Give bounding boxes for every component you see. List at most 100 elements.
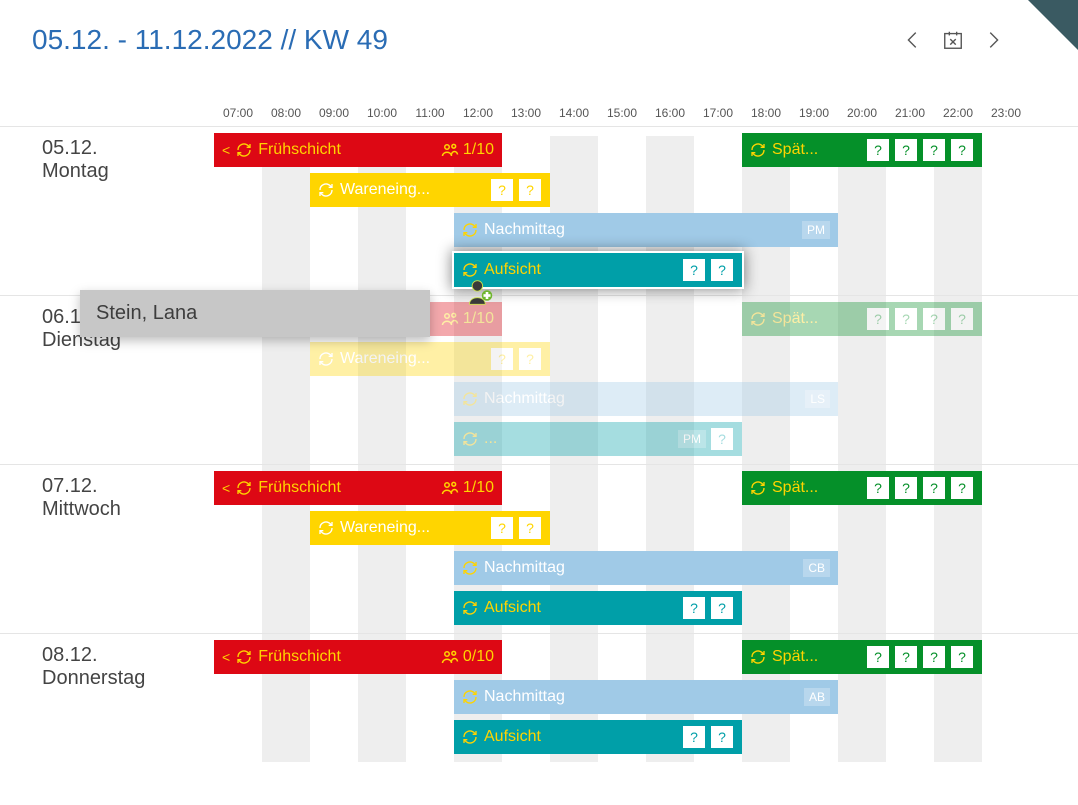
hour-label: 22:00: [934, 106, 982, 120]
next-week-button[interactable]: [980, 27, 1006, 53]
shift-green[interactable]: Spät...????: [742, 640, 982, 674]
unassigned-badge[interactable]: ?: [710, 258, 734, 282]
shift-green[interactable]: Spät...????: [742, 302, 982, 336]
unassigned-badge[interactable]: ?: [710, 427, 734, 451]
shift-yellow[interactable]: Wareneing...??: [310, 342, 550, 376]
unassigned-badge[interactable]: ?: [682, 596, 706, 620]
shift-row: NachmittagAB: [200, 678, 1078, 718]
unassigned-badge[interactable]: ?: [490, 178, 514, 202]
refresh-icon: [462, 600, 478, 616]
day-shifts: <Frühschicht0/10Spät...????NachmittagABA…: [200, 634, 1078, 762]
shift-teal[interactable]: ...PM?: [454, 422, 742, 456]
day-name: Donnerstag: [42, 667, 200, 690]
unassigned-badge[interactable]: ?: [950, 307, 974, 331]
shift-blue[interactable]: NachmittagCB: [454, 551, 838, 585]
day-date: 07.12.: [42, 475, 200, 498]
shift-teal[interactable]: Aufsicht??: [454, 591, 742, 625]
shift-right: AB: [794, 688, 830, 706]
unassigned-badge[interactable]: ?: [518, 178, 542, 202]
shift-label: Nachmittag: [484, 221, 565, 239]
day-shifts: <Frühschicht1/10 Spät...???? Wareneing...?…: [200, 465, 1078, 633]
hour-label: 07:00: [214, 106, 262, 120]
unassigned-badge[interactable]: ?: [922, 476, 946, 500]
slot-badge: LS: [805, 390, 830, 408]
people-icon: [441, 141, 459, 159]
people-icon: [441, 479, 459, 497]
shift-teal[interactable]: Aufsicht??: [454, 253, 742, 287]
shift-row: Wareneing...??: [200, 340, 1078, 380]
shift-blue[interactable]: NachmittagAB: [454, 680, 838, 714]
shift-right: ????: [860, 645, 974, 669]
day-date: 05.12.: [42, 137, 200, 160]
refresh-icon: [236, 142, 252, 158]
shift-yellow[interactable]: Wareneing...??: [310, 173, 550, 207]
refresh-icon: [750, 480, 766, 496]
shift-red[interactable]: <Frühschicht0/10: [214, 640, 502, 674]
unassigned-badge[interactable]: ?: [950, 138, 974, 162]
hour-label: 08:00: [262, 106, 310, 120]
hour-label: 15:00: [598, 106, 646, 120]
shift-teal[interactable]: Aufsicht??: [454, 720, 742, 754]
shift-green[interactable]: Spät...????: [742, 133, 982, 167]
unassigned-badge[interactable]: ?: [950, 476, 974, 500]
hour-label: 11:00: [406, 106, 454, 120]
days-container: 05.12.Montag<Frühschicht1/10Spät...????W…: [0, 126, 1078, 762]
unassigned-badge[interactable]: ?: [490, 516, 514, 540]
unassigned-badge[interactable]: ?: [950, 645, 974, 669]
unassigned-badge[interactable]: ?: [894, 476, 918, 500]
unassigned-badge[interactable]: ?: [894, 645, 918, 669]
shift-right: 0/10: [435, 648, 494, 666]
refresh-icon: [236, 649, 252, 665]
unassigned-badge[interactable]: ?: [682, 258, 706, 282]
shift-red[interactable]: <Frühschicht1/10: [214, 471, 502, 505]
hour-label: 16:00: [646, 106, 694, 120]
unassigned-badge[interactable]: ?: [518, 347, 542, 371]
shift-right: PM?: [668, 427, 734, 451]
shift-red[interactable]: <Frühschicht1/10: [214, 133, 502, 167]
today-button[interactable]: [940, 27, 966, 53]
shift-row: Wareneing...??: [200, 509, 1078, 549]
drag-chip[interactable]: Stein, Lana: [80, 290, 430, 337]
refresh-icon: [462, 431, 478, 447]
hour-label: 21:00: [886, 106, 934, 120]
shift-row: Nachmittag PM: [200, 211, 1078, 251]
shift-blue[interactable]: Nachmittag PM: [454, 213, 838, 247]
refresh-icon: [236, 480, 252, 496]
shift-blue[interactable]: NachmittagLS: [454, 382, 838, 416]
overflow-left-icon: <: [222, 649, 230, 665]
unassigned-badge[interactable]: ?: [922, 645, 946, 669]
shift-label: Frühschicht: [258, 141, 341, 159]
shift-label: Aufsicht: [484, 261, 541, 279]
prev-week-button[interactable]: [900, 27, 926, 53]
unassigned-badge[interactable]: ?: [710, 725, 734, 749]
unassigned-badge[interactable]: ?: [518, 516, 542, 540]
overflow-left-icon: <: [222, 480, 230, 496]
unassigned-badge[interactable]: ?: [866, 645, 890, 669]
refresh-icon: [318, 182, 334, 198]
shift-right: ??: [484, 516, 542, 540]
day-name: Montag: [42, 160, 200, 183]
shift-right: 1/10: [435, 479, 494, 497]
hour-label: 12:00: [454, 106, 502, 120]
unassigned-badge[interactable]: ?: [682, 725, 706, 749]
unassigned-badge[interactable]: ?: [922, 138, 946, 162]
slot-badge: PM: [802, 221, 830, 239]
drag-chip-label: Stein, Lana: [96, 302, 197, 324]
refresh-icon: [318, 520, 334, 536]
shift-row: NachmittagLS: [200, 380, 1078, 420]
unassigned-badge[interactable]: ?: [866, 476, 890, 500]
unassigned-badge[interactable]: ?: [894, 138, 918, 162]
unassigned-badge[interactable]: ?: [490, 347, 514, 371]
unassigned-badge[interactable]: ?: [894, 307, 918, 331]
shift-label: Spät...: [772, 141, 818, 159]
hour-label: 18:00: [742, 106, 790, 120]
shift-row: <Frühschicht1/10 Spät...????: [200, 131, 1078, 171]
unassigned-badge[interactable]: ?: [866, 138, 890, 162]
shift-yellow[interactable]: Wareneing...??: [310, 511, 550, 545]
unassigned-badge[interactable]: ?: [710, 596, 734, 620]
shift-count: 1/10: [463, 479, 494, 497]
unassigned-badge[interactable]: ?: [922, 307, 946, 331]
refresh-icon: [462, 560, 478, 576]
unassigned-badge[interactable]: ?: [866, 307, 890, 331]
shift-green[interactable]: Spät...????: [742, 471, 982, 505]
